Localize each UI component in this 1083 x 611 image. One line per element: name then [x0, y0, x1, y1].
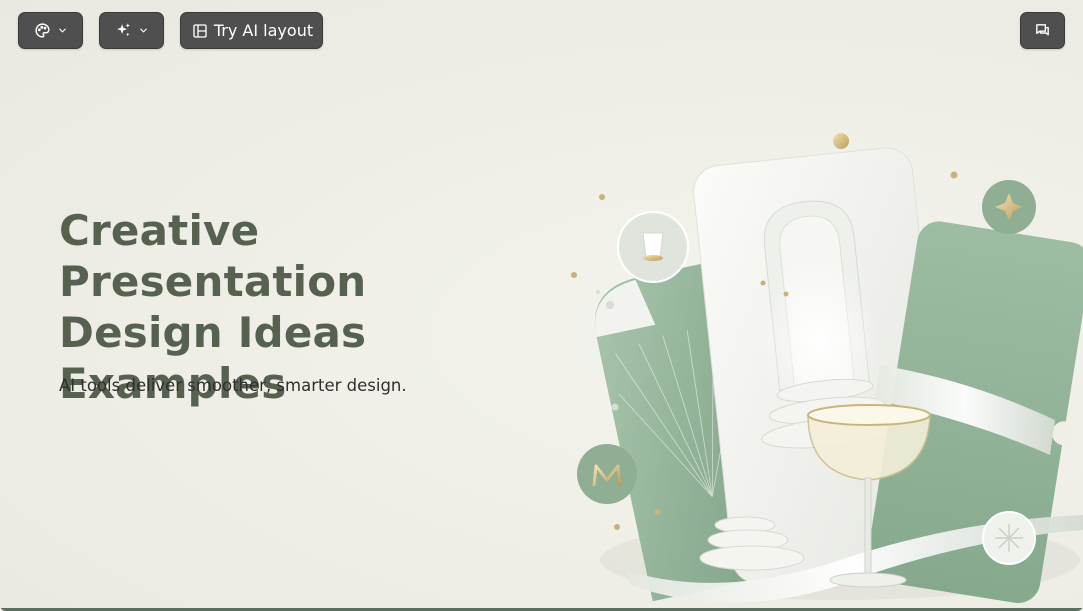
- chevron-down-icon: [138, 25, 149, 36]
- layout-icon: [192, 23, 208, 39]
- monogram-badge: [577, 444, 637, 504]
- bell-badge: [617, 211, 689, 283]
- chevron-down-icon: [57, 25, 68, 36]
- try-ai-layout-label: Try AI layout: [213, 21, 314, 40]
- try-ai-layout-button[interactable]: Try AI layout: [180, 12, 323, 49]
- palette-icon: [34, 22, 51, 39]
- hero-illustration: [571, 133, 1083, 603]
- slide-subtitle[interactable]: AI tools deliver smoother, smarter desig…: [59, 376, 407, 395]
- star-badge: [982, 180, 1036, 234]
- sparkle-icon: [115, 22, 132, 39]
- theme-dropdown-button[interactable]: [18, 12, 83, 49]
- slide-title-line: Design Ideas: [59, 308, 367, 357]
- comment-icon: [1034, 22, 1051, 39]
- slide-title-line: Creative Presentation: [59, 206, 367, 306]
- ai-dropdown-button[interactable]: [99, 12, 164, 49]
- slide-canvas: Try AI layout Creative Presentation Desi…: [0, 0, 1083, 611]
- comment-button[interactable]: [1020, 12, 1065, 49]
- firework-badge: [982, 511, 1036, 565]
